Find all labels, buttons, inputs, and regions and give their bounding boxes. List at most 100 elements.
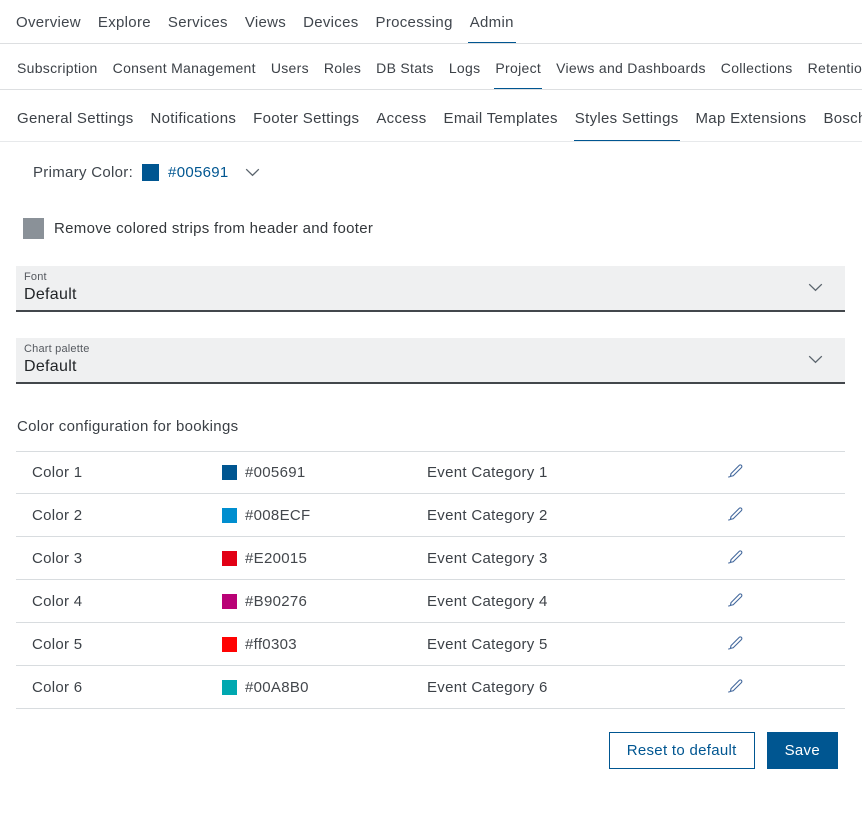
color-hex: #008ECF [245,507,310,524]
nav-item-email-templates[interactable]: Email Templates [443,110,559,141]
nav-item-devices[interactable]: Devices [301,14,360,43]
nav-item-services[interactable]: Services [166,14,230,43]
color-swatch [222,680,237,695]
font-select-value: Default [24,286,77,304]
color-hex: #ff0303 [245,636,297,653]
nav-item-access[interactable]: Access [375,110,427,141]
color-hex: #005691 [245,464,306,481]
chart-palette-select-value: Default [24,358,90,376]
color-name: Color 5 [32,636,222,653]
chevron-down-icon[interactable] [808,355,823,364]
font-select-label: Font [24,271,77,283]
color-name: Color 2 [32,507,222,524]
color-name: Color 4 [32,593,222,610]
color-swatch [222,465,237,480]
event-category: Event Category 6 [427,679,727,696]
form-actions: Reset to default Save [0,732,838,769]
event-category: Event Category 1 [427,464,727,481]
color-value-cell: #E20015 [222,550,427,567]
color-name: Color 3 [32,550,222,567]
color-swatch [222,551,237,566]
edit-pencil-icon[interactable] [727,591,744,608]
edit-cell [727,462,845,483]
nav-item-notifications[interactable]: Notifications [150,110,238,141]
remove-strips-label: Remove colored strips from header and fo… [54,220,373,237]
nav-item-map-extensions[interactable]: Map Extensions [695,110,808,141]
nav-item-retention[interactable]: Retention [807,60,862,89]
edit-pencil-icon[interactable] [727,462,744,479]
color-value-cell: #00A8B0 [222,679,427,696]
reset-to-default-button[interactable]: Reset to default [609,732,755,769]
nav-item-logs[interactable]: Logs [448,60,482,89]
nav-item-consent-management[interactable]: Consent Management [112,60,257,89]
table-row: Color 5 #ff0303 Event Category 5 [16,623,845,666]
nav-item-admin[interactable]: Admin [468,14,516,43]
primary-color-swatch [142,164,159,181]
color-value-cell: #005691 [222,464,427,481]
table-row: Color 3 #E20015 Event Category 3 [16,537,845,580]
nav-item-processing[interactable]: Processing [374,14,455,43]
edit-pencil-icon[interactable] [727,634,744,651]
nav-item-general-settings[interactable]: General Settings [16,110,135,141]
chevron-down-icon[interactable] [808,283,823,292]
table-row: Color 2 #008ECF Event Category 2 [16,494,845,537]
admin-sub-nav: Subscription Consent Management Users Roles… [0,44,862,90]
font-select-text: Font Default [24,271,77,304]
styles-settings-page: Overview Explore Services Views Devices Proce… [0,0,862,769]
edit-cell [727,591,845,612]
table-row: Color 6 #00A8B0 Event Category 6 [16,666,845,709]
primary-color-value: #005691 [168,164,229,181]
edit-pencil-icon[interactable] [727,677,744,694]
event-category: Event Category 4 [427,593,727,610]
edit-cell [727,677,845,698]
edit-cell [727,505,845,526]
color-hex: #00A8B0 [245,679,309,696]
color-swatch [222,508,237,523]
nav-item-views-and-dashboards[interactable]: Views and Dashboards [555,60,707,89]
color-hex: #E20015 [245,550,307,567]
chart-palette-select-label: Chart palette [24,343,90,355]
event-category: Event Category 3 [427,550,727,567]
project-settings-nav: General Settings Notifications Footer Sett… [0,90,862,142]
save-button[interactable]: Save [767,732,838,769]
nav-item-roles[interactable]: Roles [323,60,362,89]
color-hex: #B90276 [245,593,307,610]
primary-color-label: Primary Color: [33,164,133,181]
color-name: Color 6 [32,679,222,696]
primary-nav: Overview Explore Services Views Devices Proce… [0,0,862,44]
edit-cell [727,634,845,655]
remove-strips-option[interactable]: Remove colored strips from header and fo… [23,218,846,239]
nav-item-project[interactable]: Project [494,60,542,89]
nav-item-explore[interactable]: Explore [96,14,153,43]
event-category: Event Category 2 [427,507,727,524]
chart-palette-select[interactable]: Chart palette Default [16,338,845,384]
remove-strips-checkbox[interactable] [23,218,44,239]
bookings-color-table: Color 1 #005691 Event Category 1 Color 2 [16,451,845,709]
nav-item-subscription[interactable]: Subscription [16,60,99,89]
table-row: Color 4 #B90276 Event Category 4 [16,580,845,623]
edit-pencil-icon[interactable] [727,548,744,565]
color-value-cell: #B90276 [222,593,427,610]
nav-item-db-stats[interactable]: DB Stats [375,60,435,89]
nav-item-views[interactable]: Views [243,14,288,43]
nav-item-overview[interactable]: Overview [14,14,83,43]
chevron-down-icon[interactable] [245,168,260,177]
table-row: Color 1 #005691 Event Category 1 [16,451,845,494]
nav-item-users[interactable]: Users [270,60,310,89]
color-value-cell: #008ECF [222,507,427,524]
event-category: Event Category 5 [427,636,727,653]
color-value-cell: #ff0303 [222,636,427,653]
chart-palette-select-text: Chart palette Default [24,343,90,376]
bookings-section-title: Color configuration for bookings [17,418,862,435]
color-swatch [222,594,237,609]
font-select[interactable]: Font Default [16,266,845,312]
nav-item-bosch-iot[interactable]: Bosch IoT [822,110,862,141]
color-name: Color 1 [32,464,222,481]
nav-item-footer-settings[interactable]: Footer Settings [252,110,360,141]
nav-item-styles-settings[interactable]: Styles Settings [574,110,680,141]
edit-cell [727,548,845,569]
color-swatch [222,637,237,652]
nav-item-collections[interactable]: Collections [720,60,794,89]
edit-pencil-icon[interactable] [727,505,744,522]
primary-color-dropdown[interactable]: Primary Color: #005691 [33,164,846,181]
